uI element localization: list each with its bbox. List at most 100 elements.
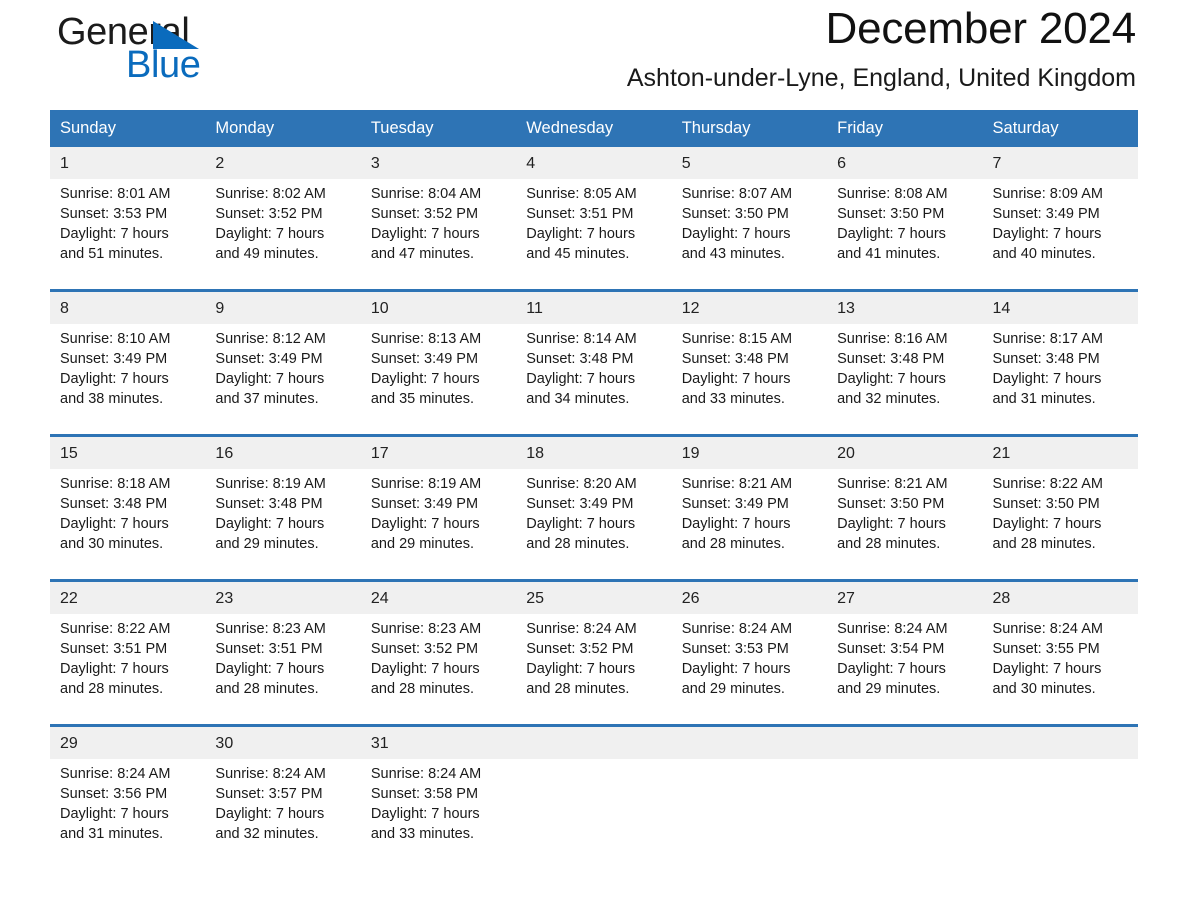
day-number-cell[interactable]: 29	[50, 724, 206, 759]
daylight-text-line1: Daylight: 7 hours	[370, 806, 480, 822]
day-number-cell[interactable]: 9	[205, 289, 361, 324]
title-block: December 2024 Ashton-under-Lyne, England…	[627, 0, 1136, 93]
day-number-cell[interactable]: 27	[827, 579, 983, 614]
sunrise-text: Sunrise: 8:24 AM	[526, 621, 637, 637]
daylight-text-line2: and 28 minutes.	[526, 536, 630, 552]
day-number-cell[interactable]: 25	[516, 579, 672, 614]
day-detail-cell: Sunrise: 8:19 AM Sunset: 3:48 PM Daylight:…	[205, 469, 361, 566]
week-daynumber-row: 15 16 17 18 19 20 21	[50, 434, 1138, 469]
day-number-cell[interactable]: 17	[360, 434, 517, 469]
daylight-text-line1: Daylight: 7 hours	[526, 226, 636, 242]
daylight-text-line2: and 32 minutes.	[215, 826, 319, 842]
day-detail-cell: Sunrise: 8:24 AM Sunset: 3:57 PM Daylight:…	[205, 759, 361, 856]
day-number-cell[interactable]: 10	[360, 289, 517, 324]
sunrise-text: Sunrise: 8:12 AM	[215, 331, 326, 347]
daylight-text-line2: and 51 minutes.	[60, 246, 164, 262]
sunrise-text: Sunrise: 8:23 AM	[370, 621, 482, 637]
day-number-cell[interactable]: 31	[360, 724, 517, 759]
day-number-cell[interactable]: 26	[671, 579, 828, 614]
day-number-cell[interactable]: 18	[516, 434, 672, 469]
week-spacer-row	[50, 276, 1138, 291]
sunrise-text: Sunrise: 8:19 AM	[215, 476, 326, 492]
day-detail-cell: Sunrise: 8:16 AM Sunset: 3:48 PM Daylight:…	[827, 324, 983, 421]
day-number-cell[interactable]: 21	[982, 434, 1138, 469]
sunrise-text: Sunrise: 8:05 AM	[526, 186, 637, 202]
sunset-text: Sunset: 3:52 PM	[215, 206, 323, 222]
day-number-cell[interactable]: 23	[205, 579, 361, 614]
day-detail-cell: Sunrise: 8:21 AM Sunset: 3:50 PM Daylight:…	[827, 469, 983, 566]
day-number-cell[interactable]: 6	[827, 147, 983, 179]
day-number-empty	[827, 724, 983, 759]
sunset-text: Sunset: 3:51 PM	[215, 641, 323, 657]
daylight-text-line2: and 35 minutes.	[370, 391, 475, 407]
daylight-text-line2: and 40 minutes.	[992, 246, 1096, 262]
sun-times-calendar-table: Sunday Monday Tuesday Wednesday Thursday…	[50, 110, 1138, 856]
sunrise-text: Sunrise: 8:24 AM	[681, 621, 793, 637]
daylight-text-line1: Daylight: 7 hours	[60, 516, 169, 532]
day-detail-empty	[982, 759, 1138, 856]
week-detail-row: Sunrise: 8:22 AM Sunset: 3:51 PM Daylight:…	[50, 614, 1138, 711]
daylight-text-line1: Daylight: 7 hours	[370, 516, 480, 532]
day-detail-cell: Sunrise: 8:09 AM Sunset: 3:49 PM Daylight:…	[982, 179, 1138, 276]
day-header-sunday: Sunday	[50, 110, 206, 147]
day-number-cell[interactable]: 28	[982, 579, 1138, 614]
sunrise-text: Sunrise: 8:09 AM	[992, 186, 1103, 202]
generalblue-logo[interactable]: General Blue	[57, 10, 317, 100]
day-number-cell[interactable]: 2	[205, 147, 361, 179]
daylight-text-line1: Daylight: 7 hours	[681, 226, 791, 242]
sunset-text: Sunset: 3:48 PM	[992, 351, 1100, 367]
day-number-cell[interactable]: 3	[360, 147, 517, 179]
daylight-text-line2: and 29 minutes.	[681, 681, 785, 697]
day-detail-cell: Sunrise: 8:18 AM Sunset: 3:48 PM Daylight:…	[50, 469, 206, 566]
sunset-text: Sunset: 3:53 PM	[60, 206, 168, 222]
day-detail-cell: Sunrise: 8:10 AM Sunset: 3:49 PM Daylight:…	[50, 324, 206, 421]
day-number-cell[interactable]: 14	[982, 289, 1138, 324]
sunrise-text: Sunrise: 8:16 AM	[837, 331, 948, 347]
sunrise-text: Sunrise: 8:24 AM	[370, 766, 482, 782]
sunset-text: Sunset: 3:48 PM	[837, 351, 945, 367]
week-spacer-row	[50, 421, 1138, 436]
sunrise-text: Sunrise: 8:04 AM	[370, 186, 482, 202]
calendar-page: General Blue December 2024 Ashton-under-…	[0, 0, 1188, 918]
day-number-cell[interactable]: 15	[50, 434, 206, 469]
day-number-cell[interactable]: 30	[205, 724, 361, 759]
day-number-cell[interactable]: 4	[516, 147, 672, 179]
sunset-text: Sunset: 3:48 PM	[60, 496, 168, 512]
sunrise-text: Sunrise: 8:24 AM	[60, 766, 171, 782]
daylight-text-line1: Daylight: 7 hours	[215, 516, 325, 532]
day-detail-cell: Sunrise: 8:20 AM Sunset: 3:49 PM Daylight:…	[516, 469, 672, 566]
day-number-cell[interactable]: 11	[516, 289, 672, 324]
day-number-cell[interactable]: 19	[671, 434, 828, 469]
daylight-text-line2: and 38 minutes.	[60, 391, 164, 407]
day-number-cell[interactable]: 7	[982, 147, 1138, 179]
daylight-text-line2: and 29 minutes.	[370, 536, 475, 552]
daylight-text-line1: Daylight: 7 hours	[837, 516, 946, 532]
daylight-text-line1: Daylight: 7 hours	[526, 371, 636, 387]
sunrise-text: Sunrise: 8:18 AM	[60, 476, 171, 492]
daylight-text-line2: and 29 minutes.	[837, 681, 941, 697]
day-number-cell[interactable]: 8	[50, 289, 206, 324]
day-detail-cell: Sunrise: 8:12 AM Sunset: 3:49 PM Daylight:…	[205, 324, 361, 421]
day-detail-cell: Sunrise: 8:23 AM Sunset: 3:52 PM Daylight:…	[360, 614, 517, 711]
week-detail-row: Sunrise: 8:01 AM Sunset: 3:53 PM Daylight:…	[50, 179, 1138, 276]
daylight-text-line1: Daylight: 7 hours	[681, 371, 791, 387]
day-number-cell[interactable]: 16	[205, 434, 361, 469]
day-detail-cell: Sunrise: 8:17 AM Sunset: 3:48 PM Daylight:…	[982, 324, 1138, 421]
day-header-thursday: Thursday	[671, 110, 828, 147]
day-number-cell[interactable]: 12	[671, 289, 828, 324]
day-number-cell[interactable]: 20	[827, 434, 983, 469]
day-header-tuesday: Tuesday	[360, 110, 517, 147]
sunrise-text: Sunrise: 8:14 AM	[526, 331, 637, 347]
day-number-cell[interactable]: 1	[50, 147, 206, 179]
day-number-cell[interactable]: 22	[50, 579, 206, 614]
day-number-cell[interactable]: 13	[827, 289, 983, 324]
day-number-cell[interactable]: 24	[360, 579, 517, 614]
daylight-text-line2: and 43 minutes.	[681, 246, 785, 262]
day-number-cell[interactable]: 5	[671, 147, 828, 179]
sunrise-text: Sunrise: 8:22 AM	[992, 476, 1103, 492]
daylight-text-line2: and 28 minutes.	[526, 681, 630, 697]
daylight-text-line1: Daylight: 7 hours	[681, 516, 791, 532]
daylight-text-line1: Daylight: 7 hours	[992, 371, 1102, 387]
sunrise-text: Sunrise: 8:22 AM	[60, 621, 171, 637]
week-spacer-cell	[50, 421, 1138, 436]
